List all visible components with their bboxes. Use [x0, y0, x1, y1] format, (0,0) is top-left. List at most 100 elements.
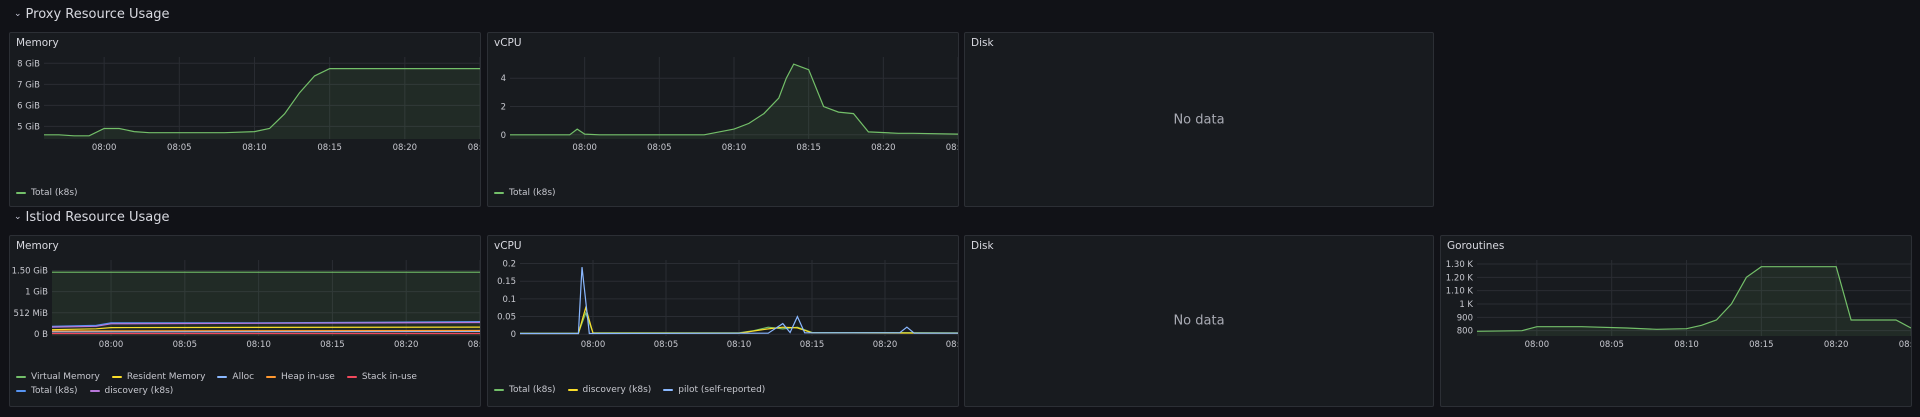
legend-label: pilot (self-reported)	[678, 385, 766, 395]
legend-item[interactable]: Alloc	[217, 370, 254, 384]
legend-label: Heap in-use	[281, 372, 335, 382]
legend-swatch	[16, 192, 26, 194]
legend-swatch	[494, 389, 504, 391]
chart-proxy-vcpu: 0 2 4 08:00 08:05 08:10 08:15 08:20 08:25	[501, 57, 958, 153]
x-tick-label: 08:20	[871, 143, 896, 153]
chart-legend: Total (k8s)	[16, 186, 474, 200]
legend-swatch	[16, 376, 26, 378]
y-tick-label: 5 GiB	[17, 122, 40, 132]
panel-istiod-disk[interactable]: Disk No data	[964, 235, 1434, 407]
y-tick-label: 1 GiB	[25, 288, 48, 298]
y-tick-label: 800	[1457, 327, 1473, 337]
legend-item[interactable]: Resident Memory	[111, 370, 206, 384]
legend-swatch	[217, 376, 228, 378]
legend-label: Alloc	[232, 372, 255, 382]
no-data-message: No data	[1173, 112, 1225, 127]
y-tick-label: 0.2	[502, 260, 516, 270]
legend-swatch	[16, 390, 26, 392]
y-tick-label: 6 GiB	[17, 101, 40, 111]
y-tick-label: 1.30 K	[1446, 260, 1474, 270]
y-tick-label: 7 GiB	[17, 80, 40, 90]
x-tick-label: 08:05	[173, 340, 198, 350]
legend-label: Resident Memory	[126, 372, 206, 382]
x-tick-label: 08:15	[320, 340, 345, 350]
y-tick-label: 0.15	[497, 277, 516, 287]
legend-item[interactable]: pilot (self-reported)	[663, 383, 765, 397]
panel-istiod-goroutines[interactable]: Goroutines 800 900 1 K 1.10 K 1.20 K 1.30 K 08…	[1440, 235, 1912, 407]
legend-swatch	[567, 389, 578, 391]
chart-istiod-vcpu: 0 0.05 0.1 0.15 0.2 08:00 08:05 08:10 08:15 08:20…	[497, 260, 958, 350]
x-tick-label: 08:10	[242, 143, 267, 153]
legend-swatch	[266, 376, 277, 378]
legend-item[interactable]: Stack in-use	[346, 370, 417, 384]
x-tick-label: 08:00	[92, 143, 117, 153]
chart-legend: Total (k8s) discovery (k8s) pilot (self-re…	[494, 383, 952, 397]
chart-legend: Total (k8s)	[494, 186, 952, 200]
legend-item[interactable]: Heap in-use	[266, 370, 335, 384]
y-tick-label: 1.10 K	[1446, 287, 1474, 297]
legend-swatch	[89, 390, 100, 392]
panel-proxy-disk[interactable]: Disk No data	[964, 32, 1434, 207]
series-area	[52, 272, 480, 336]
legend-item[interactable]: Total (k8s)	[494, 186, 556, 200]
chevron-down-icon: ⌄	[14, 8, 22, 19]
legend-item[interactable]: Total (k8s)	[16, 384, 78, 398]
chart-proxy-memory: 5 GiB 6 GiB 7 GiB 8 GiB 08:00 08:05 08:10 08:15…	[17, 57, 480, 153]
x-tick-label: 08:15	[800, 340, 825, 350]
legend-swatch	[663, 389, 674, 391]
chart-legend: Virtual Memory Resident Memory Alloc Heap i…	[16, 370, 474, 398]
x-tick-label: 08:15	[317, 143, 342, 153]
x-tick-label: 08:00	[581, 340, 606, 350]
legend-swatch	[494, 192, 504, 194]
legend-label: Total (k8s)	[31, 386, 78, 396]
x-tick-label: 08:05	[654, 340, 679, 350]
chart-istiod-goroutines: 800 900 1 K 1.10 K 1.20 K 1.30 K 08:00 08:05 08:…	[1446, 260, 1911, 350]
legend-label: discovery (k8s)	[104, 386, 174, 396]
panel-proxy-memory[interactable]: Memory 5 GiB 6 GiB 7 GiB 8 GiB 08:00 08:05 08:…	[9, 32, 481, 207]
y-tick-label: 1 K	[1459, 300, 1473, 310]
x-tick-label: 08:10	[1674, 340, 1699, 350]
x-tick-label: 08:00	[572, 143, 597, 153]
y-tick-label: 0.1	[502, 295, 516, 305]
panel-istiod-memory[interactable]: Memory 0 B 512 MiB 1 GiB 1.50 GiB 08:00 08:05…	[9, 235, 481, 407]
x-tick-label: 08:00	[99, 340, 124, 350]
y-tick-label: 0 B	[34, 330, 48, 340]
x-tick-label: 08:00	[1525, 340, 1550, 350]
x-tick-label: 08:05	[1599, 340, 1624, 350]
y-tick-label: 4	[501, 74, 506, 84]
legend-item[interactable]: Total (k8s)	[16, 186, 78, 200]
no-data-message: No data	[1173, 313, 1225, 329]
panel-title: Disk	[971, 37, 994, 49]
x-tick-label: 08:20	[873, 340, 898, 350]
row-header-istiod[interactable]: ⌄ Istiod Resource Usage	[14, 210, 169, 225]
legend-swatch	[346, 376, 357, 378]
row-title-proxy: Proxy Resource Usage	[25, 7, 170, 22]
legend-item[interactable]: Virtual Memory	[16, 370, 100, 384]
y-tick-label: 900	[1457, 313, 1473, 323]
x-tick-label: 08:25	[468, 340, 480, 350]
panel-title: Disk	[971, 240, 994, 252]
legend-label: Total (k8s)	[509, 188, 556, 198]
chevron-down-icon: ⌄	[14, 211, 22, 222]
legend-label: Stack in-use	[361, 372, 417, 382]
y-tick-label: 2	[501, 102, 506, 112]
panel-istiod-vcpu[interactable]: vCPU 0 0.05 0.1 0.15 0.2 08:00 08:05 08:10 08:15…	[487, 235, 959, 407]
x-tick-label: 08:10	[727, 340, 752, 350]
legend-label: Total (k8s)	[31, 188, 78, 198]
legend-label: discovery (k8s)	[582, 385, 652, 395]
legend-item[interactable]: discovery (k8s)	[567, 383, 652, 397]
y-tick-label: 0.05	[497, 313, 516, 323]
y-tick-label: 0	[501, 131, 506, 141]
legend-item[interactable]: Total (k8s)	[494, 383, 556, 397]
row-title-istiod: Istiod Resource Usage	[25, 210, 170, 225]
y-tick-label: 8 GiB	[17, 59, 40, 69]
x-tick-label: 08:15	[1749, 340, 1774, 350]
row-header-proxy[interactable]: ⌄ Proxy Resource Usage	[14, 7, 170, 22]
x-tick-label: 08:05	[167, 143, 192, 153]
legend-swatch	[111, 376, 122, 378]
y-tick-label: 1.20 K	[1446, 273, 1474, 283]
panel-proxy-vcpu[interactable]: vCPU 02408:0008:0508:1008:1508:2008:25 T…	[487, 32, 959, 207]
legend-item[interactable]: discovery (k8s)	[89, 384, 174, 398]
x-tick-label: 08:20	[394, 340, 419, 350]
y-tick-label: 0	[511, 330, 516, 340]
